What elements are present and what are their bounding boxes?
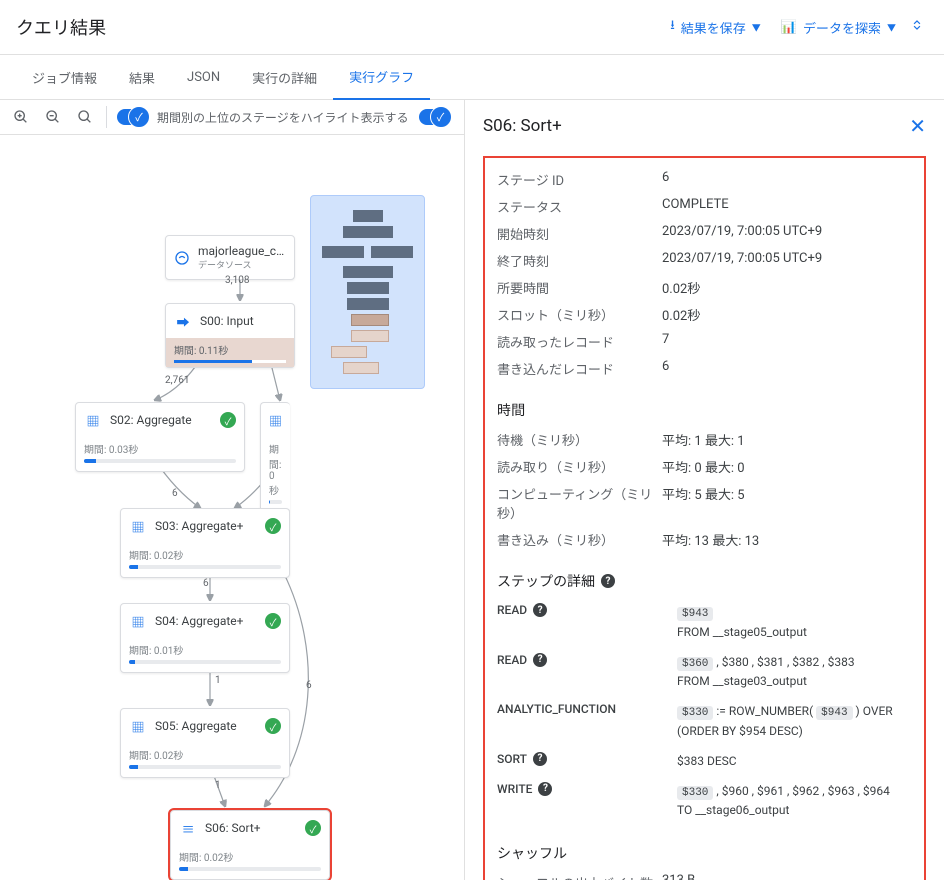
step-row: READ ?$943FROM __stage05_output — [497, 597, 912, 647]
graph-toolbar: 期間別の上位のステージをハイライト表示する — [0, 100, 464, 135]
kv-row: スロット（ミリ秒）0.02秒 — [497, 301, 912, 328]
zoom-reset-icon[interactable] — [74, 106, 96, 128]
page-title: クエリ結果 — [16, 14, 660, 40]
kv-row: 書き込んだレコード6 — [497, 355, 912, 382]
node-s05[interactable]: ▦S05: Aggregate✓ 期間: 0.02秒 — [120, 708, 290, 778]
edge-label: 6 — [306, 680, 312, 691]
node-s03[interactable]: ▦S03: Aggregate+✓ 期間: 0.02秒 — [120, 508, 290, 578]
details-panel: S06: Sort+ ✕ ステージ ID6ステータスCOMPLETE開始時刻20… — [464, 100, 944, 880]
kv-row: 開始時刻2023/07/19, 7:00:05 UTC+9 — [497, 220, 912, 247]
sort-icon: ≡ — [179, 819, 197, 837]
expand-icon[interactable] — [906, 14, 928, 40]
execution-graph[interactable]: 期間別の上位のステージをハイライト表示する majorleague_ca_mat… — [0, 100, 464, 880]
aggregate-icon: ▦ — [84, 411, 102, 429]
kv-row: 終了時刻2023/07/19, 7:00:05 UTC+9 — [497, 247, 912, 274]
kv-row: 所要時間0.02秒 — [497, 274, 912, 301]
node-s01[interactable]: ▦S01 期間: 0秒 — [260, 402, 290, 513]
tab-json[interactable]: JSON — [171, 58, 236, 97]
check-icon: ✓ — [265, 613, 281, 629]
tabs: ジョブ情報 結果 JSON 実行の詳細 実行グラフ — [0, 55, 944, 100]
chart-icon: 📊 — [781, 20, 797, 35]
aggregate-icon: ▦ — [129, 517, 147, 535]
chevron-down-icon: ▼ — [752, 21, 761, 34]
node-s02[interactable]: ▦S02: Aggregate✓ 期間: 0.03秒 — [75, 402, 245, 472]
tab-exec-details[interactable]: 実行の詳細 — [236, 56, 333, 99]
section-shuffle: シャッフル — [497, 843, 912, 863]
edge-label: 6 — [203, 578, 209, 589]
step-row: ANALYTIC_FUNCTION$330 := ROW_NUMBER( $94… — [497, 696, 912, 746]
highlight-toggle-right[interactable] — [419, 109, 449, 125]
download-icon: ⭳ — [670, 16, 675, 38]
step-row: WRITE ?$330 , $960 , $961 , $962 , $963 … — [497, 776, 912, 826]
kv-row: ステージ ID6 — [497, 166, 912, 193]
check-icon: ✓ — [265, 518, 281, 534]
help-icon[interactable]: ? — [533, 653, 547, 667]
aggregate-icon: ▦ — [129, 717, 147, 735]
close-icon[interactable]: ✕ — [909, 114, 926, 138]
results-header: クエリ結果 ⭳ 結果を保存 ▼ 📊 データを探索 ▼ — [0, 0, 944, 55]
datasource-icon — [174, 249, 190, 267]
kv-row: シャッフルの出力バイト数313 B — [497, 869, 912, 880]
help-icon[interactable]: ? — [601, 574, 615, 588]
section-steps: ステップの詳細? — [497, 571, 912, 591]
node-s00[interactable]: ➡S00: Input 期間: 0.11秒 — [165, 303, 295, 368]
edge-label: 6 — [172, 488, 178, 499]
node-source[interactable]: majorleague_ca_matsuyam データソース — [165, 235, 295, 280]
explore-data-button[interactable]: 📊 データを探索 ▼ — [771, 12, 906, 43]
kv-row: ステータスCOMPLETE — [497, 193, 912, 220]
minimap[interactable] — [310, 195, 425, 389]
kv-row: コンピューティング（ミリ秒）平均: 5 最大: 5 — [497, 480, 912, 526]
panel-box: ステージ ID6ステータスCOMPLETE開始時刻2023/07/19, 7:0… — [483, 156, 926, 880]
edge-label: 1 — [215, 780, 221, 791]
tab-results[interactable]: 結果 — [113, 56, 171, 99]
step-row: SORT ?$383 DESC — [497, 746, 912, 776]
aggregate-icon: ▦ — [269, 411, 282, 429]
highlight-toggle-left[interactable] — [117, 109, 147, 125]
help-icon[interactable]: ? — [538, 782, 552, 796]
step-row: READ ?$360 , $380 , $381 , $382 , $383FR… — [497, 647, 912, 697]
highlight-label: 期間別の上位のステージをハイライト表示する — [157, 109, 409, 126]
tab-exec-graph[interactable]: 実行グラフ — [333, 55, 430, 100]
kv-row: 待機（ミリ秒）平均: 1 最大: 1 — [497, 426, 912, 453]
tab-job-info[interactable]: ジョブ情報 — [16, 56, 113, 99]
kv-row: 読み取ったレコード7 — [497, 328, 912, 355]
aggregate-icon: ▦ — [129, 612, 147, 630]
check-icon: ✓ — [220, 412, 236, 428]
edge-label: 1 — [215, 675, 221, 686]
kv-row: 読み取り（ミリ秒）平均: 0 最大: 0 — [497, 453, 912, 480]
edge-label: 2,761 — [165, 375, 189, 386]
chevron-down-icon: ▼ — [887, 21, 896, 34]
zoom-out-icon[interactable] — [42, 106, 64, 128]
zoom-in-icon[interactable] — [10, 106, 32, 128]
input-icon: ➡ — [174, 312, 192, 330]
check-icon: ✓ — [265, 718, 281, 734]
kv-row: 書き込み（ミリ秒）平均: 13 最大: 13 — [497, 526, 912, 553]
panel-title: S06: Sort+ — [483, 116, 909, 136]
node-s04[interactable]: ▦S04: Aggregate+✓ 期間: 0.01秒 — [120, 603, 290, 673]
section-time: 時間 — [497, 400, 912, 420]
edge-label: 3,108 — [225, 275, 249, 286]
help-icon[interactable]: ? — [533, 603, 547, 617]
save-results-button[interactable]: ⭳ 結果を保存 ▼ — [660, 10, 771, 44]
node-s06-selected[interactable]: ≡S06: Sort+✓ 期間: 0.02秒 — [170, 810, 330, 880]
check-icon: ✓ — [305, 820, 321, 836]
help-icon[interactable]: ? — [533, 752, 547, 766]
